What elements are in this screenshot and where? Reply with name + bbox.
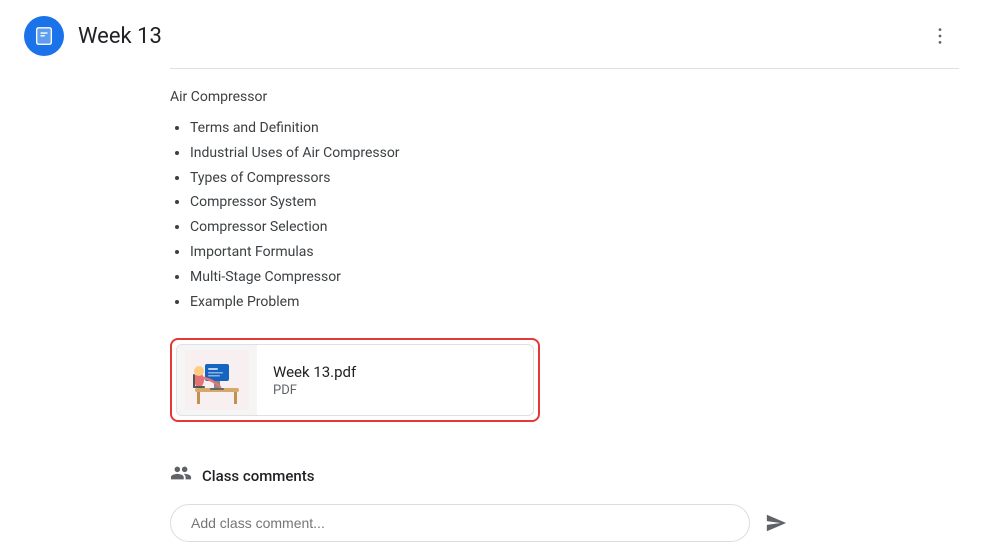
pdf-attachment-highlight: Week 13.pdf PDF (170, 338, 540, 422)
section-label: Air Compressor (170, 89, 959, 105)
list-item: Compressor System (190, 191, 959, 215)
main-content: Air Compressor Terms and Definition Indu… (0, 69, 983, 450)
classroom-icon (24, 16, 64, 56)
pdf-type-label: PDF (273, 383, 517, 398)
page-header: Week 13 (0, 0, 983, 68)
topic-list: Terms and Definition Industrial Uses of … (170, 117, 959, 314)
pdf-info: Week 13.pdf PDF (257, 355, 533, 406)
comment-input-row (170, 504, 959, 542)
header-left: Week 13 (24, 16, 162, 56)
class-comment-input[interactable] (170, 504, 750, 542)
pdf-attachment-card[interactable]: Week 13.pdf PDF (176, 344, 534, 416)
people-icon (170, 462, 192, 490)
list-item: Multi-Stage Compressor (190, 266, 959, 290)
list-item: Industrial Uses of Air Compressor (190, 142, 959, 166)
list-item: Types of Compressors (190, 167, 959, 191)
list-item: Compressor Selection (190, 216, 959, 240)
page-title: Week 13 (78, 24, 162, 49)
pdf-thumbnail (177, 345, 257, 415)
more-options-button[interactable] (921, 21, 959, 51)
send-comment-button[interactable] (758, 505, 794, 541)
list-item: Example Problem (190, 291, 959, 315)
comments-section: Class comments (0, 450, 983, 542)
list-item: Terms and Definition (190, 117, 959, 141)
comments-header: Class comments (170, 462, 959, 490)
pdf-filename: Week 13.pdf (273, 363, 517, 381)
list-item: Important Formulas (190, 241, 959, 265)
comments-title: Class comments (202, 467, 314, 485)
